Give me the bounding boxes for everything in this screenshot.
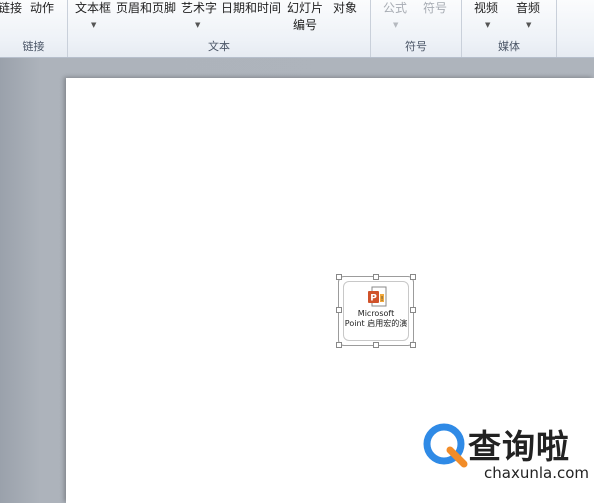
ribbon-group-links: 链接 动作 链接 [0,0,68,57]
video-button[interactable]: 视频 [474,1,498,16]
chevron-down-icon[interactable]: ▼ [91,22,96,29]
slide-number-label-line2: 编号 [293,18,318,32]
resize-handle[interactable] [373,342,379,348]
powerpoint-macro-icon: P ! [368,286,387,307]
slide-number-label-line1: 幻灯片 [287,1,324,15]
watermark-subtitle: chaxunla.com [484,464,589,482]
chevron-down-icon[interactable]: ▼ [485,22,490,29]
resize-handle[interactable] [336,274,342,280]
chevron-down-icon[interactable]: ▼ [526,22,531,29]
search-logo-icon [423,423,468,468]
object-caption-line1: Microsoft [357,309,395,318]
resize-handle[interactable] [410,342,416,348]
equation-button[interactable]: 公式 [383,1,407,16]
resize-handle[interactable] [336,342,342,348]
wordart-button[interactable]: 艺术字 [181,1,217,16]
chevron-down-icon[interactable]: ▼ [195,22,200,29]
resize-handle[interactable] [410,274,416,280]
action-button[interactable]: 动作 [30,1,54,16]
audio-button[interactable]: 音频 [516,1,540,16]
slide-number-button[interactable]: 幻灯片 编号 [287,1,323,33]
group-label-media: 媒体 [498,40,520,53]
resize-handle[interactable] [373,274,379,280]
header-footer-button[interactable]: 页眉和页脚 [116,1,176,16]
svg-text:!: ! [381,295,384,303]
object-button[interactable]: 对象 [333,1,357,16]
svg-text:P: P [370,294,377,304]
group-label-text: 文本 [208,40,230,53]
group-label-links: 链接 [22,40,45,53]
embedded-presentation-object[interactable]: P ! Microsoft Point 启用宏的演 [336,274,416,348]
ribbon: 链接 动作 链接 文本框 ▼ 页眉和页脚 艺术字 ▼ 日期和时间 幻灯片 编号 … [0,0,594,58]
hyperlink-button[interactable]: 链接 [0,1,22,16]
date-time-button[interactable]: 日期和时间 [221,1,281,16]
textbox-button[interactable]: 文本框 [75,1,111,16]
watermark-title: 查询啦 [468,427,570,466]
object-caption-line2: Point 启用宏的演 [344,319,408,328]
symbol-button[interactable]: 符号 [423,1,447,16]
ribbon-group-symbols: 公式 ▼ 符号 符号 [371,0,462,57]
watermark: 查询啦 chaxunla.com [420,418,590,488]
chevron-down-icon[interactable]: ▼ [393,22,398,29]
ribbon-group-media: 视频 ▼ 音频 ▼ 媒体 [462,0,557,57]
ribbon-group-text: 文本框 ▼ 页眉和页脚 艺术字 ▼ 日期和时间 幻灯片 编号 对象 文本 [68,0,371,57]
group-label-symbols: 符号 [405,40,427,53]
